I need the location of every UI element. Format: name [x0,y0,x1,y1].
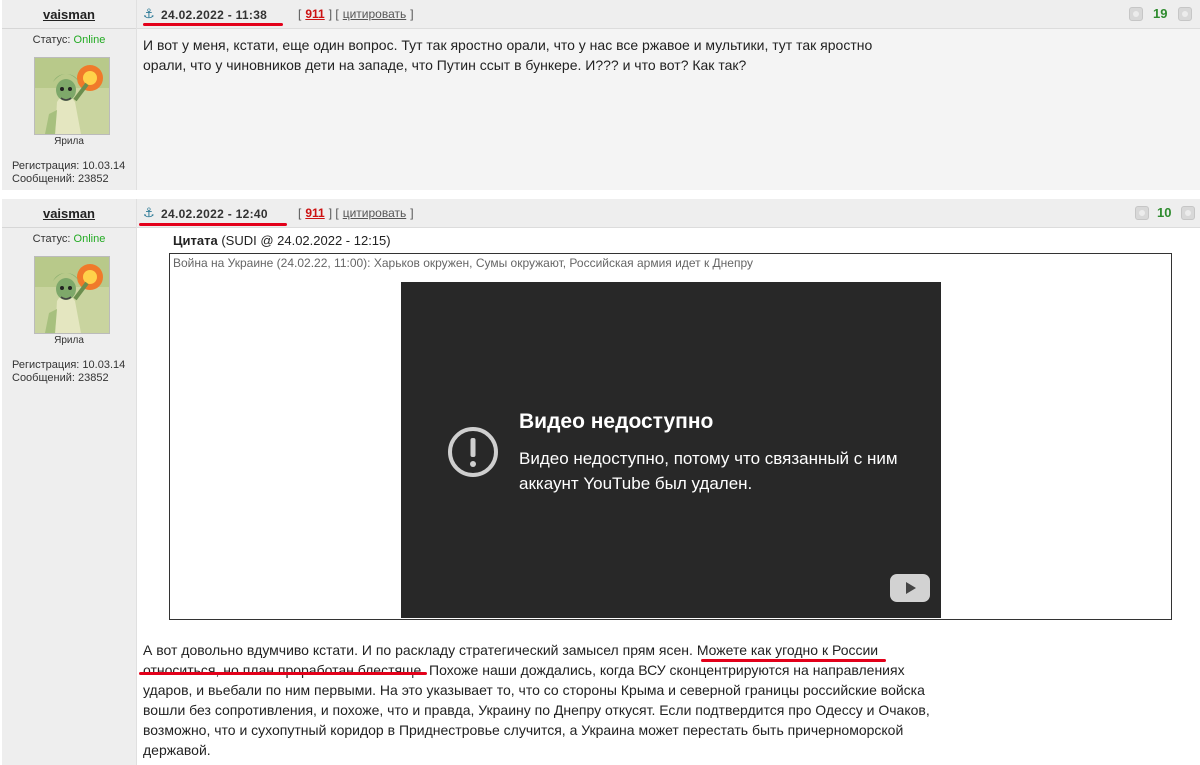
author-rank: Ярила [54,335,84,346]
youtube-icon[interactable] [890,574,930,602]
post: vaisman Статус: Online Ярила Регистрация… [0,0,1200,190]
quote-text: Война на Украине (24.02.22, 11:00): Харь… [173,256,753,270]
author-name[interactable]: vaisman [2,206,136,221]
author-panel: vaisman Статус: Online Ярила Регистрация… [2,0,137,190]
post-date: 24.02.2022 - 12:40 [161,207,268,221]
video-title: Видео недоступно [519,410,714,433]
post-body: И вот у меня, кстати, еще один вопрос. Т… [137,29,1200,190]
status-label: Статус: [32,34,71,46]
author-rank: Ярила [54,136,84,147]
text-part: А вот довольно вдумчиво кстати. И по рас… [143,642,693,658]
author-name[interactable]: vaisman [2,7,136,22]
rate-down-icon[interactable] [1129,7,1143,21]
post-rating: 10 [1157,205,1172,220]
quote-link[interactable]: цитировать [343,7,407,21]
video-embed[interactable]: Видео недоступно Видео недоступно, потом… [401,282,941,618]
quote-header: Цитата (SUDI @ 24.02.2022 - 12:15) [173,233,391,248]
post-header: ⚓ 24.02.2022 - 12:40 [911] [цитировать] … [137,199,1200,228]
author-panel: vaisman Статус: Online Ярила Регистрация… [2,199,137,765]
registration-date: Регистрация: 10.03.14 [12,359,126,371]
quote-box: Война на Украине (24.02.22, 11:00): Харь… [169,253,1172,620]
message-count: Сообщений: 23852 [12,372,109,384]
avatar [34,57,110,135]
annotation-underline [701,659,886,662]
post-text: А вот довольно вдумчиво кстати. И по рас… [143,640,933,760]
registration-date: Регистрация: 10.03.14 [12,160,126,172]
status-online: Online [73,233,106,245]
author-stats: Регистрация: 10.03.14 Сообщений: 23852 [12,359,125,385]
author-status: Статус: Online [2,233,136,245]
post-number-link[interactable]: 911 [305,7,324,21]
annotation-underline [139,672,427,675]
quote-label: Цитата [173,233,218,248]
post-rating: 19 [1153,6,1168,21]
annotation-underline [139,223,287,226]
post: vaisman Статус: Online Ярила Регистрация… [0,199,1200,765]
post-header: ⚓ 24.02.2022 - 11:38 [911] [цитировать] … [137,0,1200,29]
post-text: И вот у меня, кстати, еще один вопрос. Т… [143,37,873,73]
rate-down-icon[interactable] [1135,206,1149,220]
status-online: Online [73,34,106,46]
message-count: Сообщений: 23852 [12,173,109,185]
quote-source: (SUDI @ 24.02.2022 - 12:15) [221,233,391,248]
divider [2,28,136,29]
post-links: [911] [цитировать] [298,7,414,21]
post-links: [911] [цитировать] [298,206,414,220]
avatar [34,256,110,334]
rate-up-icon[interactable] [1181,206,1195,220]
divider [2,227,136,228]
status-label: Статус: [32,233,71,245]
author-status: Статус: Online [2,34,136,46]
post-date: 24.02.2022 - 11:38 [161,8,268,22]
quote-link[interactable]: цитировать [343,206,407,220]
post-number-link[interactable]: 911 [305,206,324,220]
video-message: Видео недоступно, потому что связанный с… [519,449,898,493]
anchor-icon[interactable]: ⚓ [143,6,155,22]
annotation-underline [143,23,283,26]
rate-up-icon[interactable] [1178,7,1192,21]
author-stats: Регистрация: 10.03.14 Сообщений: 23852 [12,160,125,186]
anchor-icon[interactable]: ⚓ [143,205,155,221]
exclamation-circle-icon [448,427,498,477]
